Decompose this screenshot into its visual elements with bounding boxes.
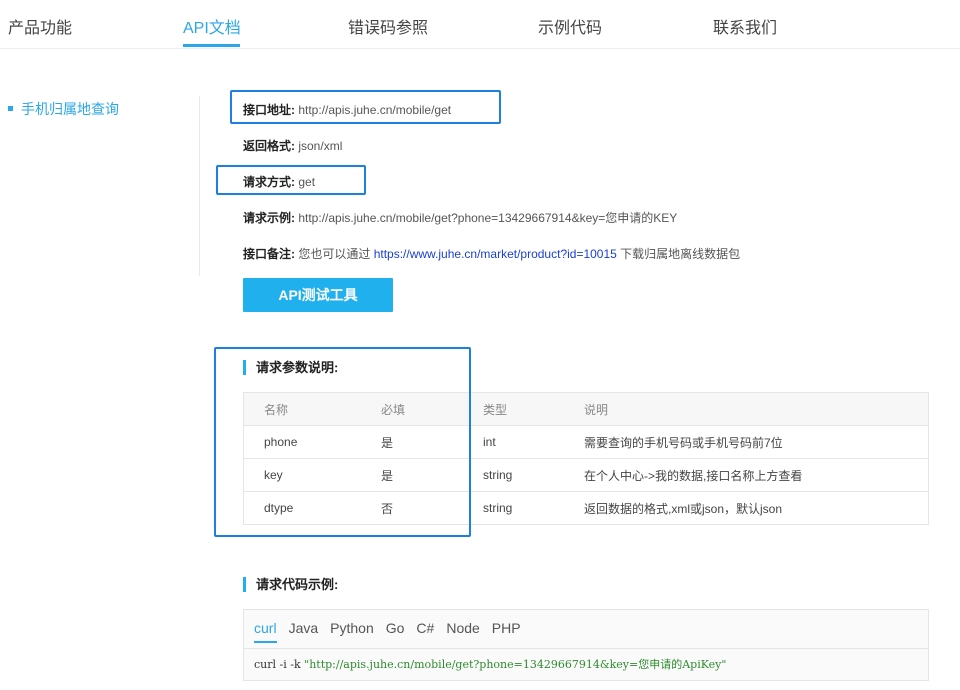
tab-sample-code[interactable]: 示例代码 [538,14,602,38]
return-format-value: json/xml [298,139,343,153]
table-header-row: 名称 必填 类型 说明 [243,392,929,426]
code-string: "http://apis.juhe.cn/mobile/get?phone=13… [304,658,727,671]
param-name: key [243,458,381,492]
api-note-row: 接口备注: 您也可以通过 https://www.juhe.cn/market/… [243,245,740,262]
param-type: int [483,425,584,459]
params-section-title: 请求参数说明: [243,357,338,376]
active-tab-indicator [183,44,240,47]
tab-product-features[interactable]: 产品功能 [8,14,72,38]
api-note-suffix: 下载归属地离线数据包 [616,247,741,261]
request-example-value: http://apis.juhe.cn/mobile/get?phone=134… [298,211,678,225]
table-row: key 是 string 在个人中心->我的数据,接口名称上方查看 [243,458,929,492]
table-row: phone 是 int 需要查询的手机号码或手机号码前7位 [243,425,929,459]
request-method-value: get [298,175,316,189]
section-bar-icon [243,360,246,376]
param-name: phone [243,425,381,459]
code-tab-curl[interactable]: curl [254,620,277,643]
api-note-prefix: 您也可以通过 [298,247,374,261]
code-tab-php[interactable]: PHP [492,620,521,641]
code-section-title: 请求代码示例: [243,574,338,593]
code-example-box: curl Java Python Go C# Node PHP curl -i -k "ht… [243,609,929,681]
bullet-icon [8,105,13,111]
api-test-tool-button[interactable]: API测试工具 [243,278,393,312]
code-tab-go[interactable]: Go [386,620,405,641]
code-line: curl -i -k "http://apis.juhe.cn/mobile/g… [254,656,726,672]
offline-data-link[interactable]: https://www.juhe.cn/market/product?id=10… [374,247,617,261]
param-type: string [483,458,584,492]
header-type: 类型 [483,392,584,426]
sidebar-item-label: 手机归属地查询 [21,101,119,117]
request-example-row: 请求示例: http://apis.juhe.cn/mobile/get?pho… [243,209,677,226]
api-note-label: 接口备注: [243,247,295,261]
tab-api-docs[interactable]: API文档 [183,14,241,38]
param-desc: 需要查询的手机号码或手机号码前7位 [584,425,929,459]
param-name: dtype [243,491,381,525]
api-address-label: 接口地址: [243,103,295,117]
header-name: 名称 [243,392,381,426]
sidebar-item-mobile-location[interactable]: 手机归属地查询 [8,99,119,119]
request-example-label: 请求示例: [243,211,295,225]
code-tab-node[interactable]: Node [446,620,479,641]
code-language-tabs: curl Java Python Go C# Node PHP [254,620,533,648]
tab-error-codes[interactable]: 错误码参照 [348,14,428,38]
param-required: 是 [381,458,483,492]
request-method-row: 请求方式: get [243,173,315,190]
return-format-row: 返回格式: json/xml [243,137,342,154]
code-tab-csharp[interactable]: C# [416,620,434,641]
param-desc: 在个人中心->我的数据,接口名称上方查看 [584,458,929,492]
param-type: string [483,491,584,525]
params-title-text: 请求参数说明: [256,360,339,375]
code-tab-java[interactable]: Java [289,620,319,641]
sidebar-divider [199,96,200,276]
table-row: dtype 否 string 返回数据的格式,xml或json，默认json [243,491,929,525]
header-desc: 说明 [584,392,929,426]
param-required: 是 [381,425,483,459]
api-address-value: http://apis.juhe.cn/mobile/get [298,103,452,117]
code-command: curl -i -k [254,658,305,671]
section-bar-icon [243,577,246,593]
param-desc: 返回数据的格式,xml或json，默认json [584,491,929,525]
api-address-row: 接口地址: http://apis.juhe.cn/mobile/get [243,101,451,118]
code-title-text: 请求代码示例: [256,577,339,592]
header-required: 必填 [381,392,483,426]
params-table: 名称 必填 类型 说明 phone 是 int 需要查询的手机号码或手机号码前7… [243,392,929,525]
tab-contact-us[interactable]: 联系我们 [713,14,777,38]
return-format-label: 返回格式: [243,139,295,153]
code-tabs-divider [244,648,928,649]
param-required: 否 [381,491,483,525]
code-tab-python[interactable]: Python [330,620,374,641]
top-nav: 产品功能 API文档 错误码参照 示例代码 联系我们 [0,0,960,49]
request-method-label: 请求方式: [243,175,295,189]
